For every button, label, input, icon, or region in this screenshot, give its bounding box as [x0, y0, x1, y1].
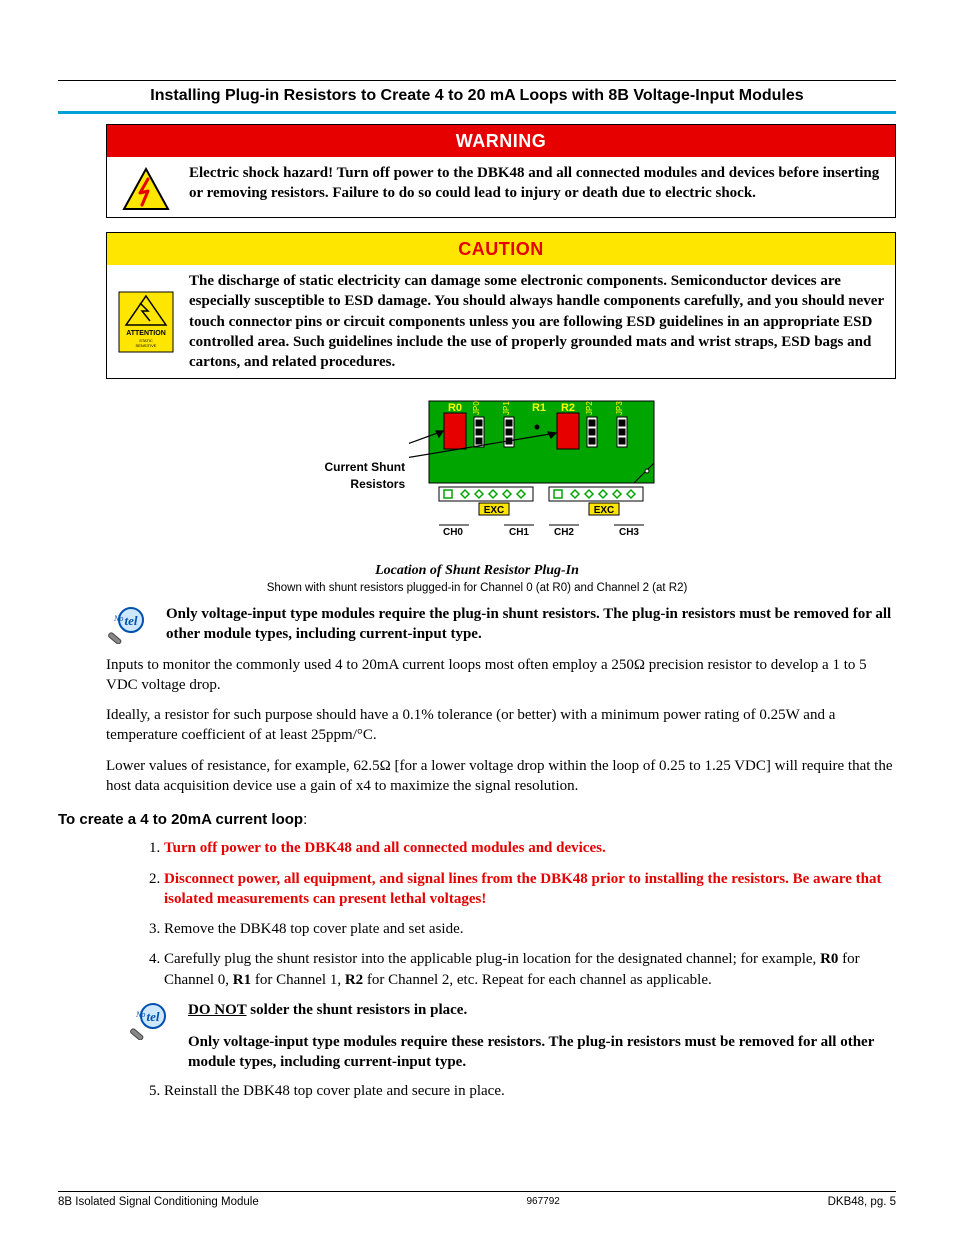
- procedure-steps: Turn off power to the DBK48 and all conn…: [138, 838, 896, 990]
- svg-text:No: No: [113, 614, 123, 623]
- note-text-2: DO NOT solder the shunt resistors in pla…: [188, 1000, 896, 1073]
- svg-text:tel: tel: [147, 1009, 160, 1024]
- figure-caption: Location of Shunt Resistor Plug-In: [58, 562, 896, 581]
- svg-text:JP0: JP0: [472, 401, 481, 415]
- svg-text:tel: tel: [125, 613, 138, 628]
- svg-text:CH0: CH0: [443, 527, 463, 538]
- svg-text:CH1: CH1: [509, 527, 529, 538]
- warning-head: WARNING: [107, 125, 895, 157]
- note-block-2: tel No DO NOT solder the shunt resistors…: [128, 1000, 896, 1073]
- step-4: Carefully plug the shunt resistor into t…: [164, 949, 896, 990]
- section-title: Installing Plug-in Resistors to Create 4…: [58, 80, 896, 114]
- body-para-3: Lower values of resistance, for example,…: [106, 756, 896, 797]
- svg-text:JP2: JP2: [585, 401, 594, 415]
- caution-text: The discharge of static electricity can …: [189, 271, 885, 372]
- svg-text:JP3: JP3: [615, 401, 624, 415]
- note-block-1: tel No Only voltage-input type modules r…: [106, 604, 896, 645]
- warning-box: WARNING Electric shock hazard! Turn off …: [106, 124, 896, 218]
- note-magnifier-icon: tel No: [128, 1000, 174, 1073]
- svg-text:CH3: CH3: [619, 527, 639, 538]
- shunt-diagram: Current Shunt Resistors R0 R1 R2: [58, 391, 896, 596]
- caution-head: CAUTION: [107, 233, 895, 265]
- note-magnifier-icon: tel No: [106, 604, 152, 645]
- page-footer: 8B Isolated Signal Conditioning Module 9…: [58, 1191, 896, 1211]
- svg-text:No: No: [135, 1010, 145, 1019]
- step-2: Disconnect power, all equipment, and sig…: [164, 869, 896, 910]
- step-5: Reinstall the DBK48 top cover plate and …: [164, 1081, 896, 1101]
- note-text-1: Only voltage-input type modules require …: [166, 604, 896, 645]
- step-3: Remove the DBK48 top cover plate and set…: [164, 919, 896, 939]
- svg-text:SENSITIVE: SENSITIVE: [136, 343, 157, 348]
- svg-text:EXC: EXC: [594, 505, 615, 516]
- footer-mid: 967792: [526, 1195, 559, 1211]
- svg-text:ATTENTION: ATTENTION: [126, 330, 166, 337]
- svg-text:EXC: EXC: [484, 505, 505, 516]
- shunt-pointer-label: Current Shunt Resistors: [285, 459, 405, 491]
- figure-subcaption: Shown with shunt resistors plugged-in fo…: [58, 581, 896, 597]
- body-para-2: Ideally, a resistor for such purpose sho…: [106, 705, 896, 746]
- procedure-subhead: To create a 4 to 20mA current loop:: [58, 810, 896, 830]
- body-para-1: Inputs to monitor the commonly used 4 to…: [106, 655, 896, 696]
- svg-text:R0: R0: [448, 402, 462, 414]
- esd-attention-icon: ATTENTION STATIC SENSITIVE: [117, 271, 175, 353]
- hazard-triangle-icon: [117, 163, 175, 211]
- svg-text:JP1: JP1: [502, 401, 511, 415]
- caution-box: CAUTION ATTENTION STATIC SENSITIVE The d…: [106, 232, 896, 380]
- svg-text:R2: R2: [561, 402, 575, 414]
- footer-left: 8B Isolated Signal Conditioning Module: [58, 1195, 259, 1211]
- svg-text:R1: R1: [532, 402, 546, 414]
- step-1: Turn off power to the DBK48 and all conn…: [164, 838, 896, 858]
- warning-text: Electric shock hazard! Turn off power to…: [189, 163, 885, 204]
- footer-right: DKB48, pg. 5: [828, 1195, 896, 1211]
- svg-text:CH2: CH2: [554, 527, 574, 538]
- procedure-steps-cont: Reinstall the DBK48 top cover plate and …: [138, 1081, 896, 1101]
